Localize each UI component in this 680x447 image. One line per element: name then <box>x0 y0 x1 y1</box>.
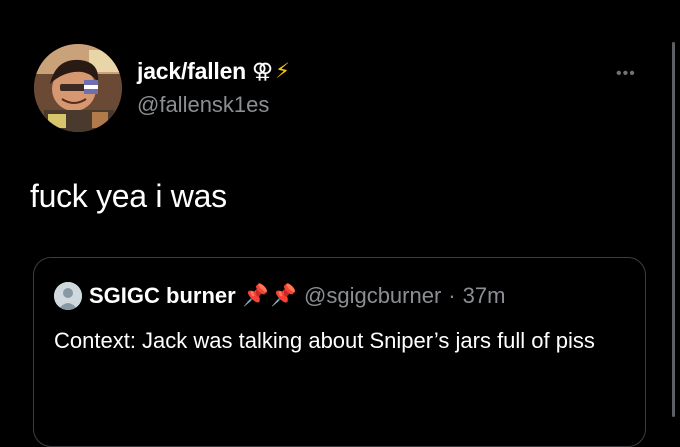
lightning-icon: ⚡ <box>275 60 290 83</box>
quoted-tweet-card[interactable]: SGIGC burner 📌 📌 @sgigcburner · 37m Cont… <box>33 257 646 447</box>
author-display-name[interactable]: jack/fallen <box>137 58 246 85</box>
author-handle[interactable]: @fallensk1es <box>137 92 269 118</box>
avatar-illustration <box>34 44 122 132</box>
author-name-row: jack/fallen ⚢ ⚡ <box>137 58 290 85</box>
tweet: jack/fallen ⚢ ⚡ @fallensk1es ••• fuck ye… <box>0 0 680 447</box>
default-avatar-icon <box>54 282 82 310</box>
lesbian-symbol-icon: ⚢ <box>252 60 274 83</box>
tweet-body: fuck yea i was <box>30 178 227 214</box>
quoted-handle[interactable]: @sgigcburner <box>304 283 441 309</box>
ellipsis-icon[interactable]: ••• <box>616 66 636 82</box>
scrollbar[interactable] <box>672 42 675 417</box>
quoted-display-name[interactable]: SGIGC burner <box>89 283 236 309</box>
name-emoji-group: ⚢ ⚡ <box>252 59 290 84</box>
pushpin-icon: 📌 <box>270 284 297 307</box>
avatar[interactable] <box>34 44 122 132</box>
quoted-timestamp[interactable]: 37m <box>463 283 506 309</box>
quoted-tweet-header: SGIGC burner 📌 📌 @sgigcburner · 37m <box>54 282 505 310</box>
quoted-tweet-text: Context: Jack was talking about Sniper’s… <box>54 328 595 353</box>
pushpin-icon: 📌 <box>242 284 269 307</box>
timestamp-separator: · <box>448 283 456 308</box>
pin-emoji-group: 📌 📌 <box>243 284 297 308</box>
